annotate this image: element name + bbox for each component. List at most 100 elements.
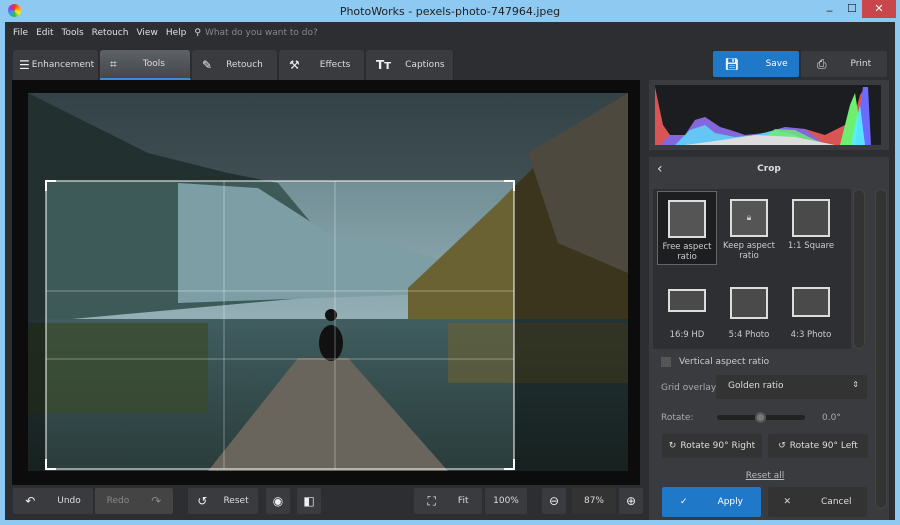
crop-keep-aspect[interactable]: 🔒︎ Keep aspect ratio [719, 199, 779, 261]
presets-scrollbar[interactable] [853, 189, 865, 349]
menu-retouch[interactable]: Retouch [92, 28, 129, 38]
tab-label: Effects [319, 60, 351, 70]
apply-label: Apply [717, 497, 743, 507]
close-button[interactable]: ✕ [862, 0, 896, 18]
option-label: 4:3 Photo [790, 330, 832, 340]
apply-button[interactable]: ✓ Apply [662, 487, 761, 517]
grid-overlay-value: Golden ratio [728, 381, 784, 391]
eye-icon: ◉ [272, 494, 284, 508]
grid-overlay-select[interactable]: Golden ratio ⇕ [716, 375, 867, 399]
reset-icon: ↺ [197, 494, 208, 508]
histogram-graph [655, 85, 881, 145]
crop-panel: ‹ Crop Free aspect ratio 🔒︎ Keep aspect r… [649, 157, 889, 520]
rotate-slider[interactable] [717, 412, 805, 423]
rotate-cw-icon: ↻ [668, 441, 677, 451]
option-label: 16:9 HD [669, 330, 705, 340]
crop-presets: Free aspect ratio 🔒︎ Keep aspect ratio 1:… [653, 189, 865, 349]
rotate-value: 0.0° [822, 413, 841, 423]
crop-square[interactable]: 1:1 Square [781, 199, 841, 251]
fit-button[interactable]: ⛶ Fit [414, 488, 482, 514]
rotate-label: Rotate: [661, 413, 694, 423]
tab-tools[interactable]: ⌗ Tools [100, 50, 191, 80]
option-label: Keep aspect ratio [723, 241, 775, 261]
crop-free-aspect[interactable]: Free aspect ratio [657, 191, 717, 265]
crop-title: Crop [757, 164, 781, 174]
window-title: PhotoWorks - pexels-photo-747964.jpeg [339, 5, 561, 18]
undo-button[interactable]: ↶ Undo [13, 488, 93, 514]
compare-button[interactable]: ◧ [297, 488, 321, 514]
rotate-left-label: Rotate 90° Left [789, 441, 858, 451]
tab-retouch[interactable]: ✎ Retouch [192, 50, 278, 80]
ratio-5-4-icon [730, 287, 768, 319]
undo-icon: ↶ [25, 494, 36, 508]
preview-button[interactable]: ◉ [266, 488, 290, 514]
redo-icon: ↷ [151, 494, 162, 508]
sliders-icon: ☰ [19, 58, 30, 72]
undo-label: Undo [57, 496, 81, 506]
ratio-4-3-icon [792, 287, 830, 317]
check-icon: ✓ [680, 497, 688, 507]
print-button[interactable]: ⎙ Print [801, 51, 887, 77]
option-label: 1:1 Square [787, 241, 835, 251]
rotate-right-button[interactable]: ↻ Rotate 90° Right [662, 434, 762, 458]
crop-icon: ⌗ [110, 57, 117, 71]
x-icon: ✕ [783, 497, 792, 507]
menu-file[interactable]: File [13, 28, 28, 38]
tab-label: Retouch [226, 60, 263, 70]
zoom-level: 87% [572, 488, 616, 514]
search-icon: ⚲ [194, 28, 201, 38]
compare-icon: ◧ [303, 494, 315, 508]
menu-help[interactable]: Help [166, 28, 187, 38]
vertical-aspect-checkbox[interactable] [661, 357, 671, 367]
search-input[interactable]: What do you want to do? [205, 28, 318, 38]
brush-icon: ✎ [202, 58, 213, 72]
menu-tools[interactable]: Tools [62, 28, 84, 38]
save-label: Save [765, 59, 788, 69]
tab-label: Enhancement [31, 60, 95, 70]
menu-edit[interactable]: Edit [36, 28, 53, 38]
cancel-button[interactable]: ✕ Cancel [768, 487, 867, 517]
cancel-label: Cancel [821, 497, 852, 507]
crop-4-3[interactable]: 4:3 Photo [781, 287, 841, 340]
reset-label: Reset [223, 496, 249, 506]
tab-effects[interactable]: ⚒ Effects [279, 50, 365, 80]
minus-circle-icon: ⊖ [548, 494, 560, 508]
redo-button[interactable]: Redo ↷ [95, 488, 173, 514]
option-label: Free aspect ratio [662, 242, 712, 262]
ratio-16-9-icon [668, 289, 706, 312]
menu-view[interactable]: View [136, 28, 157, 38]
lock-icon: 🔒︎ [730, 199, 768, 237]
tab-enhancement[interactable]: ☰ Enhancement [13, 50, 99, 80]
square-icon [792, 199, 830, 237]
rotate-left-button[interactable]: ↺ Rotate 90° Left [768, 434, 868, 458]
photo-canvas[interactable] [12, 80, 640, 485]
zoom-in-button[interactable]: ⊕ [619, 488, 643, 514]
title-bar: PhotoWorks - pexels-photo-747964.jpeg ‒ … [0, 0, 900, 22]
zoom-out-button[interactable]: ⊖ [542, 488, 566, 514]
printer-icon: ⎙ [816, 57, 827, 71]
rotate-ccw-icon: ↺ [778, 441, 786, 451]
spinner-arrows-icon: ⇕ [852, 380, 859, 389]
vertical-aspect-label: Vertical aspect ratio [679, 357, 770, 367]
magic-wand-icon: ⚒ [289, 58, 300, 72]
menu-bar: File Edit Tools Retouch View Help ⚲ What… [13, 28, 326, 38]
reset-all-link[interactable]: Reset all [649, 471, 881, 481]
print-label: Print [850, 59, 872, 69]
crop-5-4[interactable]: 5:4 Photo [719, 287, 779, 340]
tab-captions[interactable]: Tт Captions [366, 50, 454, 80]
maximize-button[interactable]: ☐ [847, 2, 857, 15]
histogram [649, 80, 889, 150]
crop-16-9[interactable]: 16:9 HD [657, 289, 717, 340]
minimize-button[interactable]: ‒ [826, 4, 833, 17]
free-aspect-icon [668, 200, 706, 238]
reset-button[interactable]: ↺ Reset [188, 488, 258, 514]
save-button[interactable]: 💾︎ Save [713, 51, 799, 77]
rotate-slider-thumb[interactable] [755, 412, 766, 423]
photo [28, 93, 628, 471]
redo-label: Redo [106, 496, 130, 506]
panel-scrollbar[interactable] [875, 189, 887, 509]
grid-overlay-label: Grid overlay: [661, 383, 719, 393]
zoom-100-button[interactable]: 100% [485, 488, 527, 514]
plus-circle-icon: ⊕ [625, 494, 637, 508]
option-label: 5:4 Photo [728, 330, 770, 340]
